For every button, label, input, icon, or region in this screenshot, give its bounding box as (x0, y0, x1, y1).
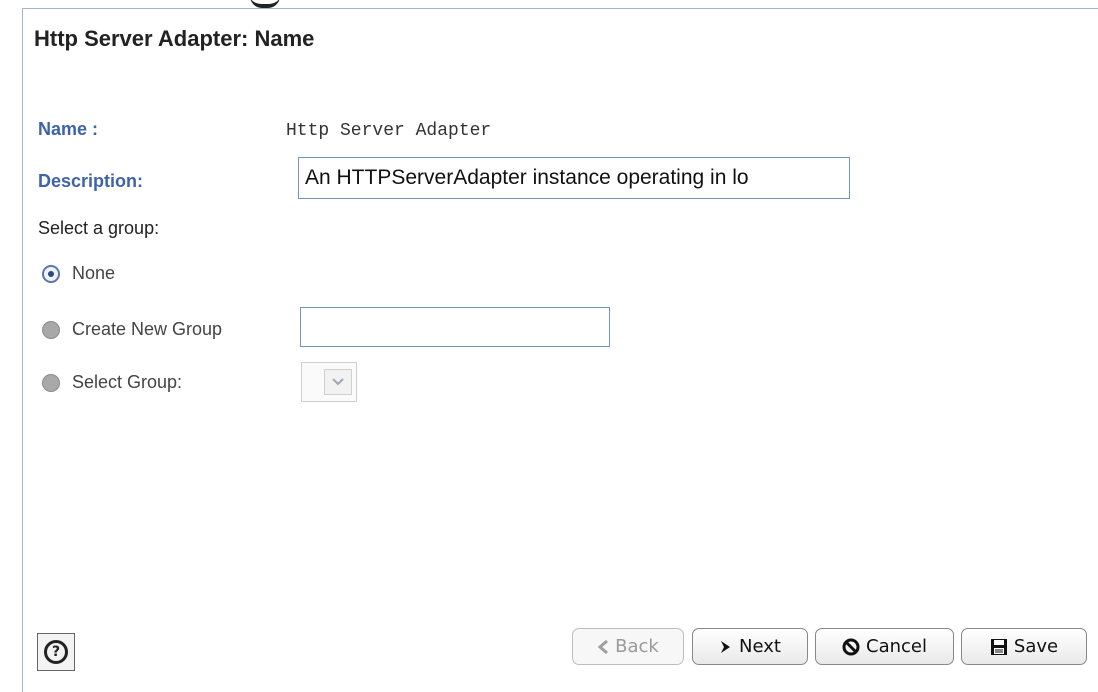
radio-none-row[interactable]: None (42, 263, 115, 284)
radio-none[interactable] (42, 264, 60, 283)
chevron-left-icon (597, 639, 609, 654)
next-button[interactable]: Next (692, 628, 808, 665)
cancel-button-label: Cancel (866, 636, 927, 657)
page-title: Http Server Adapter: Name (34, 26, 315, 51)
wizard-panel (22, 8, 1098, 692)
new-group-input[interactable] (300, 307, 610, 347)
radio-create-group-row[interactable]: Create New Group (42, 319, 222, 340)
help-button[interactable]: ? (37, 633, 75, 671)
chevron-down-icon[interactable] (324, 369, 352, 395)
save-button-label: Save (1013, 636, 1059, 657)
top-strip (0, 0, 1098, 8)
chevron-right-icon (719, 640, 733, 654)
cancel-button[interactable]: Cancel (815, 628, 954, 665)
next-button-label: Next (739, 636, 781, 657)
question-circle-icon: ? (44, 640, 68, 664)
radio-none-label: None (72, 263, 116, 283)
radio-create-group-label: Create New Group (72, 319, 223, 339)
back-button[interactable]: Back (572, 628, 684, 665)
radio-select-group[interactable] (42, 373, 60, 392)
name-label: Name : (38, 119, 99, 139)
radio-create-group[interactable] (42, 320, 60, 339)
group-section-label: Select a group: (38, 218, 160, 238)
description-label: Description: (38, 171, 144, 191)
description-input[interactable] (298, 157, 850, 199)
name-value: Http Server Adapter (286, 121, 492, 141)
floppy-disk-icon (990, 638, 1008, 656)
prohibited-icon (842, 638, 860, 656)
select-group-dropdown[interactable] (301, 362, 357, 402)
save-button[interactable]: Save (961, 628, 1087, 665)
radio-select-group-row[interactable]: Select Group: (42, 372, 182, 393)
clipped-heading-fragment (250, 0, 280, 8)
back-button-label: Back (615, 636, 659, 657)
radio-select-group-label: Select Group: (72, 372, 183, 392)
